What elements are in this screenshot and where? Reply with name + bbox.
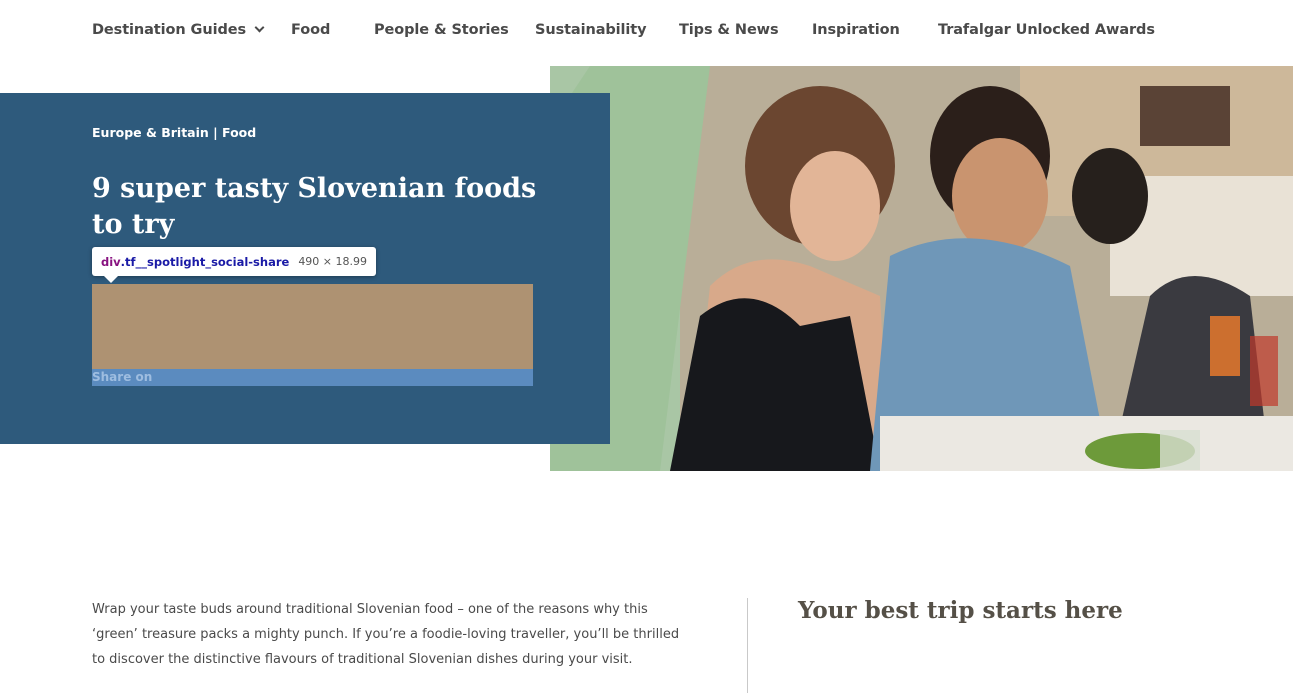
nav-item-tips-news[interactable]: Tips & News	[679, 22, 779, 38]
nav-item-label: Destination Guides	[92, 22, 246, 38]
tooltip-dimensions: 490 × 18.99	[298, 255, 368, 268]
main-nav: Destination Guides Food People & Stories…	[0, 0, 1293, 64]
page-title: 9 super tasty Slovenian foods to try	[92, 173, 537, 240]
nav-item-destination-guides[interactable]: Destination Guides	[92, 22, 265, 38]
nav-item-food[interactable]: Food	[291, 22, 330, 38]
sidebar-heading: Your best trip starts here	[798, 597, 1123, 624]
nav-item-people-stories[interactable]: People & Stories	[374, 22, 509, 38]
article-intro: Wrap your taste buds around traditional …	[92, 602, 680, 667]
devtools-element-tooltip: div .tf__spotlight_social-share 490 × 18.…	[92, 247, 377, 276]
tooltip-tag-name: div	[101, 254, 121, 269]
chevron-down-icon	[254, 22, 265, 33]
breadcrumb[interactable]: Europe & Britain | Food	[92, 125, 256, 140]
hero-image	[550, 66, 1293, 471]
social-share-highlight	[92, 369, 533, 386]
nav-item-sustainability[interactable]: Sustainability	[535, 22, 647, 38]
share-on-label: Share on	[92, 370, 153, 384]
social-share-margin-highlight	[92, 284, 533, 369]
tooltip-class-name: .tf__spotlight_social-share	[120, 254, 290, 269]
hero-image-illustration	[550, 66, 1293, 471]
nav-item-inspiration[interactable]: Inspiration	[812, 22, 900, 38]
tooltip-arrow	[104, 276, 118, 283]
nav-item-unlocked-awards[interactable]: Trafalgar Unlocked Awards	[938, 22, 1155, 38]
column-divider	[747, 598, 748, 693]
